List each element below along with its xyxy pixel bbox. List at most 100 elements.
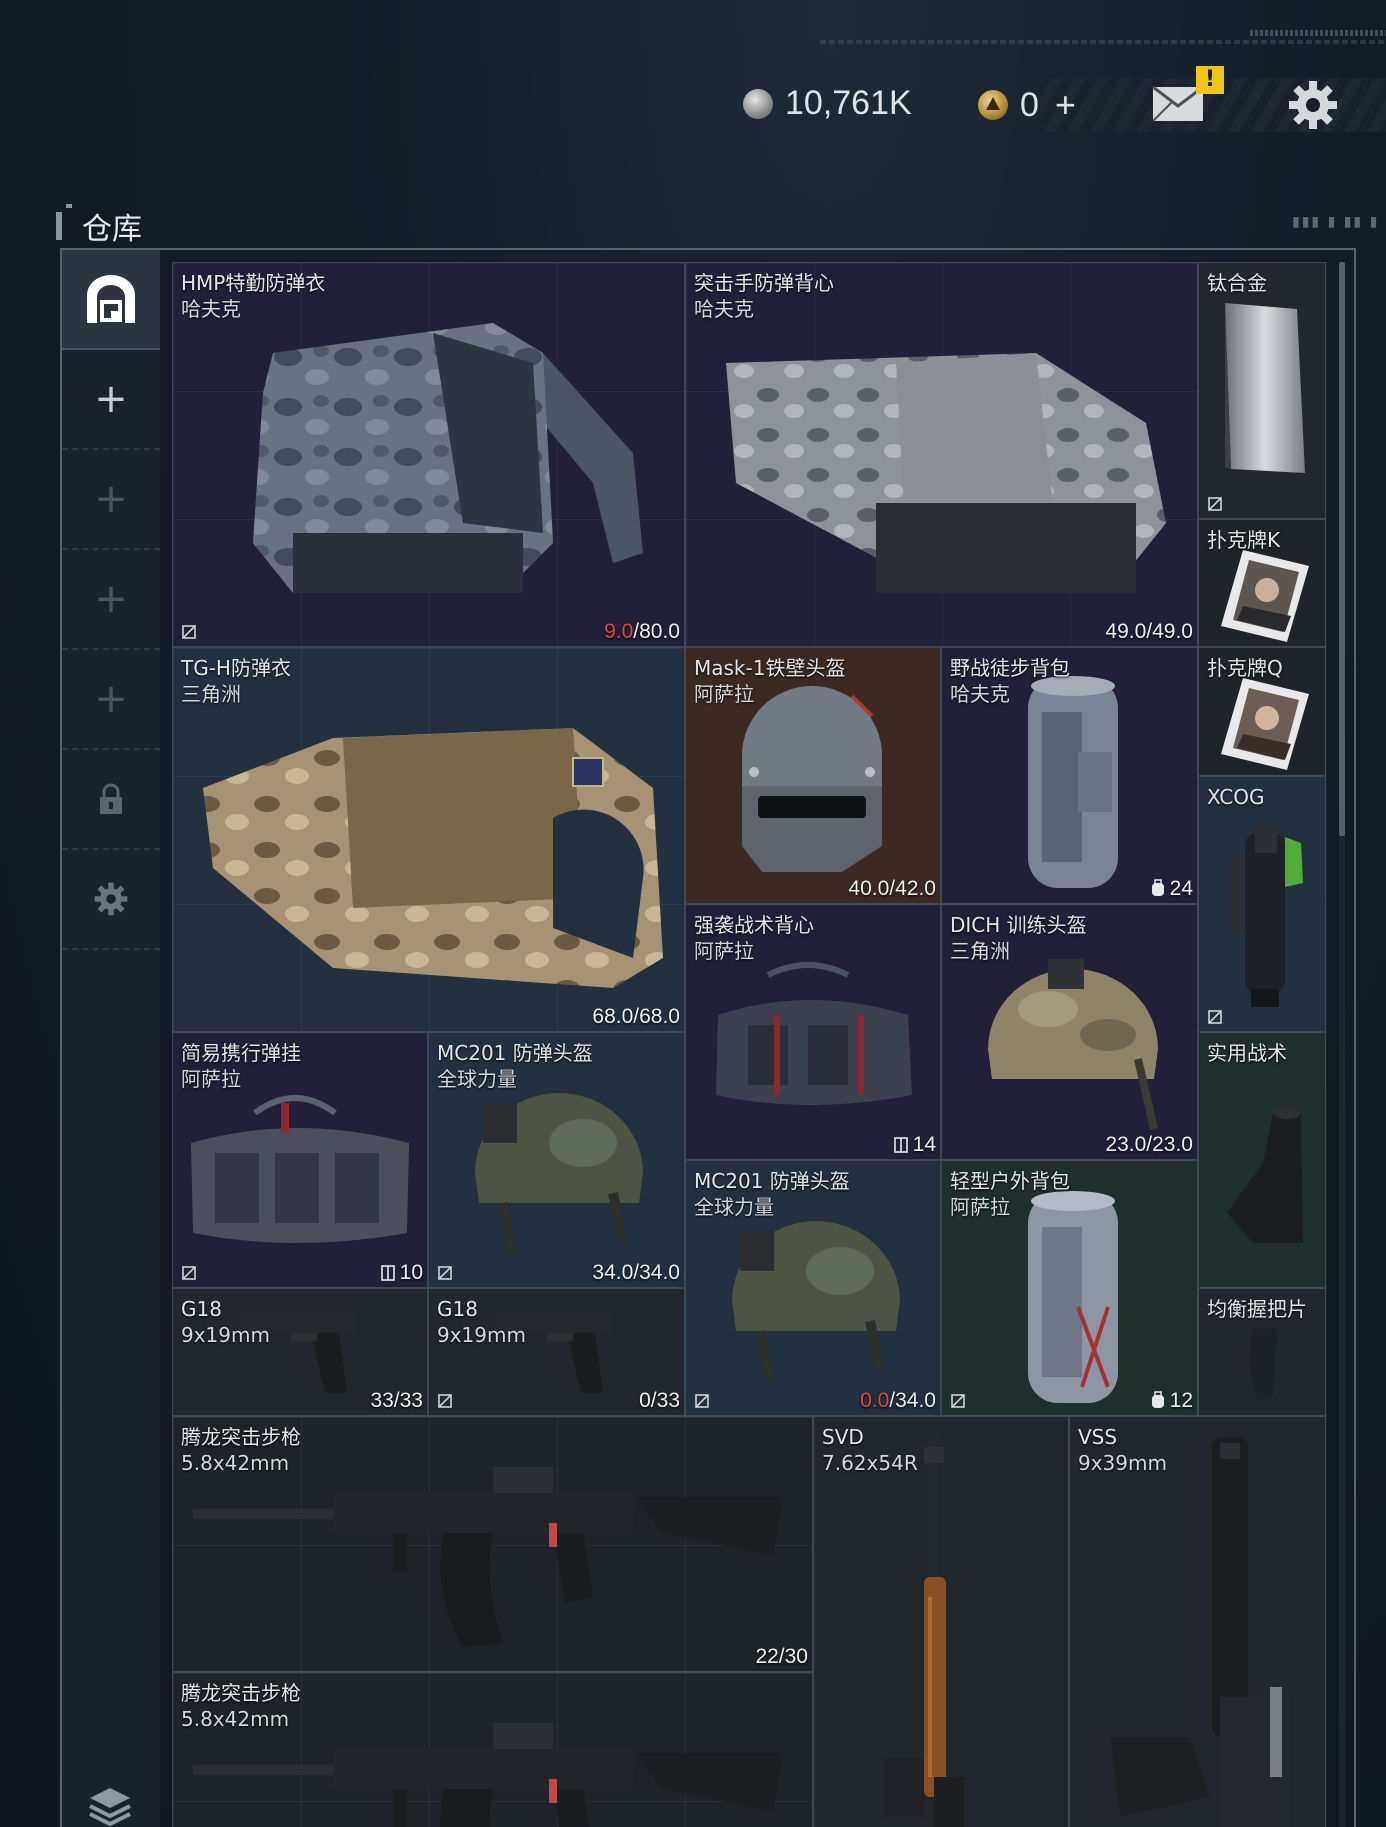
- gold-currency: 0 +: [978, 84, 1076, 126]
- item-brand: 阿萨拉: [181, 1067, 241, 1091]
- chest-rig-capacity-icon: [893, 1137, 908, 1153]
- sidebar-item-add-4[interactable]: +: [62, 650, 160, 750]
- item-vss-rifle[interactable]: VSS 9x39mm: [1069, 1416, 1326, 1827]
- item-name: 腾龙突击步枪: [181, 1681, 301, 1705]
- metal-plate-icon: [1225, 303, 1305, 473]
- silver-currency: 10,761K: [743, 84, 912, 123]
- item-tenglong-rifle-1[interactable]: 腾龙突击步枪 5.8x42mm 22/30: [172, 1416, 813, 1672]
- settings-gear-icon[interactable]: [1288, 80, 1338, 130]
- item-name: G18: [437, 1297, 478, 1321]
- item-g18-pistol-1[interactable]: G18 9x19mm 33/33: [172, 1288, 428, 1416]
- item-name: MC201 防弹头盔: [694, 1169, 850, 1193]
- item-durability: 68.0/68.0: [592, 1005, 680, 1028]
- item-field-backpack[interactable]: 野战徒步背包 哈夫克 24: [941, 647, 1198, 904]
- no-trade-icon: [695, 1394, 709, 1408]
- sidebar-item-add-1[interactable]: +: [62, 350, 160, 450]
- item-tactical-stock[interactable]: 实用战术: [1198, 1032, 1326, 1288]
- backpack-capacity-icon: [1151, 1391, 1164, 1408]
- gold-amount: 0: [1020, 85, 1039, 124]
- warehouse-sidebar: + + + +: [62, 250, 160, 1827]
- item-name: Mask-1铁壁头盔: [694, 656, 846, 680]
- sidebar-item-warehouse[interactable]: [62, 250, 160, 350]
- item-durability: 9.0/80.0: [604, 620, 680, 643]
- item-caliber: 9x19mm: [181, 1323, 270, 1347]
- scrollbar-thumb[interactable]: [1339, 262, 1345, 836]
- item-assault-chest-rig[interactable]: 强袭战术背心 阿萨拉 14: [685, 904, 941, 1160]
- no-trade-icon: [951, 1394, 965, 1408]
- backpack-capacity-icon: [1151, 879, 1164, 896]
- item-name: G18: [181, 1297, 222, 1321]
- add-currency-button[interactable]: +: [1055, 84, 1076, 126]
- item-mc201-helmet-1[interactable]: MC201 防弹头盔 全球力量 34.0/34.0: [428, 1032, 685, 1288]
- plus-icon: +: [94, 476, 128, 522]
- backpack-icon: [1028, 676, 1118, 888]
- item-name: 扑克牌Q: [1207, 656, 1283, 680]
- title-decoration: ▮▮▮ ▮ ▮▮ ▮: [1292, 214, 1380, 230]
- sidebar-item-add-3[interactable]: +: [62, 550, 160, 650]
- armor-vest-icon: [726, 353, 1166, 593]
- item-name: 简易携行弹挂: [181, 1041, 301, 1065]
- item-durability: 40.0/42.0: [848, 877, 936, 900]
- item-brand: 三角洲: [181, 682, 241, 706]
- top-decoration-dots: [1250, 30, 1386, 36]
- item-tgh-armor[interactable]: TG-H防弹衣 三角洲 68.0/68.0: [172, 647, 685, 1032]
- item-simple-chest-rig[interactable]: 简易携行弹挂 阿萨拉 10: [172, 1032, 428, 1288]
- item-caliber: 9x19mm: [437, 1323, 526, 1347]
- item-durability: 49.0/49.0: [1105, 620, 1193, 643]
- item-name: MC201 防弹头盔: [437, 1041, 593, 1065]
- top-decoration: [820, 40, 1386, 44]
- silver-amount: 10,761K: [785, 84, 912, 122]
- item-name: 野战徒步背包: [950, 656, 1070, 680]
- item-poker-card-q[interactable]: 扑克牌Q: [1198, 647, 1326, 776]
- item-svd-rifle[interactable]: SVD 7.62x54R: [813, 1416, 1069, 1827]
- sidebar-item-add-2[interactable]: +: [62, 450, 160, 550]
- sidebar-item-settings[interactable]: [62, 850, 160, 950]
- item-g18-pistol-2[interactable]: G18 9x19mm 0/33: [428, 1288, 685, 1416]
- item-titanium[interactable]: 钛合金: [1198, 262, 1326, 519]
- item-balanced-grip[interactable]: 均衡握把片: [1198, 1288, 1326, 1416]
- item-caliber: 5.8x42mm: [181, 1707, 290, 1731]
- item-xcog-scope[interactable]: XCOG: [1198, 776, 1326, 1032]
- helmet-icon: [732, 1221, 900, 1382]
- item-poker-card-k[interactable]: 扑克牌K: [1198, 519, 1326, 647]
- chest-rig-icon: [191, 1095, 409, 1243]
- item-name: VSS: [1078, 1425, 1118, 1449]
- playing-card-icon: [1221, 550, 1309, 642]
- item-name: SVD: [822, 1425, 864, 1449]
- title-marker-small: [66, 204, 72, 208]
- pistol-icon: [235, 1313, 355, 1393]
- item-durability: 34.0/34.0: [592, 1261, 680, 1284]
- rifle-icon: [193, 1467, 783, 1647]
- pistol-icon: [491, 1313, 611, 1393]
- item-name: 突击手防弹背心: [694, 271, 834, 295]
- item-name: 钛合金: [1207, 271, 1267, 295]
- item-hmp-armor[interactable]: HMP特勤防弹衣 哈夫克 9.0/80.0: [172, 262, 685, 647]
- item-light-backpack[interactable]: 轻型户外背包 阿萨拉 12: [941, 1160, 1198, 1416]
- item-mask1-helmet[interactable]: Mask-1铁壁头盔 阿萨拉 40.0/42.0: [685, 647, 941, 904]
- item-brand: 阿萨拉: [694, 682, 754, 706]
- item-brand: 哈夫克: [694, 297, 754, 321]
- item-name: 强袭战术背心: [694, 913, 814, 937]
- no-trade-icon: [182, 1266, 196, 1280]
- no-trade-icon: [438, 1394, 452, 1408]
- silver-coin-icon: [743, 88, 773, 119]
- item-name: 腾龙突击步枪: [181, 1425, 301, 1449]
- chest-rig-icon: [716, 962, 912, 1105]
- item-caliber: 5.8x42mm: [181, 1451, 290, 1475]
- sidebar-item-locked[interactable]: [62, 750, 160, 850]
- item-assault-vest[interactable]: 突击手防弹背心 哈夫克 49.0/49.0: [685, 262, 1198, 647]
- item-tenglong-rifle-2[interactable]: 腾龙突击步枪 5.8x42mm: [172, 1672, 813, 1827]
- item-name: TG-H防弹衣: [181, 656, 291, 680]
- item-mc201-helmet-2[interactable]: MC201 防弹头盔 全球力量 0.0/34.0: [685, 1160, 941, 1416]
- item-caliber: 7.62x54R: [822, 1451, 918, 1475]
- title-marker: [56, 212, 62, 240]
- rifle-icon: [1110, 1437, 1290, 1827]
- item-brand: 哈夫克: [950, 682, 1010, 706]
- item-durability: 23.0/23.0: [1105, 1133, 1193, 1156]
- item-name: XCOG: [1207, 785, 1265, 809]
- item-brand: 阿萨拉: [950, 1195, 1010, 1219]
- item-dich-helmet[interactable]: DICH 训练头盔 三角洲 23.0/23.0: [941, 904, 1198, 1160]
- chest-rig-capacity-icon: [380, 1265, 395, 1281]
- layers-icon[interactable]: [88, 1786, 132, 1826]
- item-durability: 0.0/34.0: [860, 1389, 936, 1412]
